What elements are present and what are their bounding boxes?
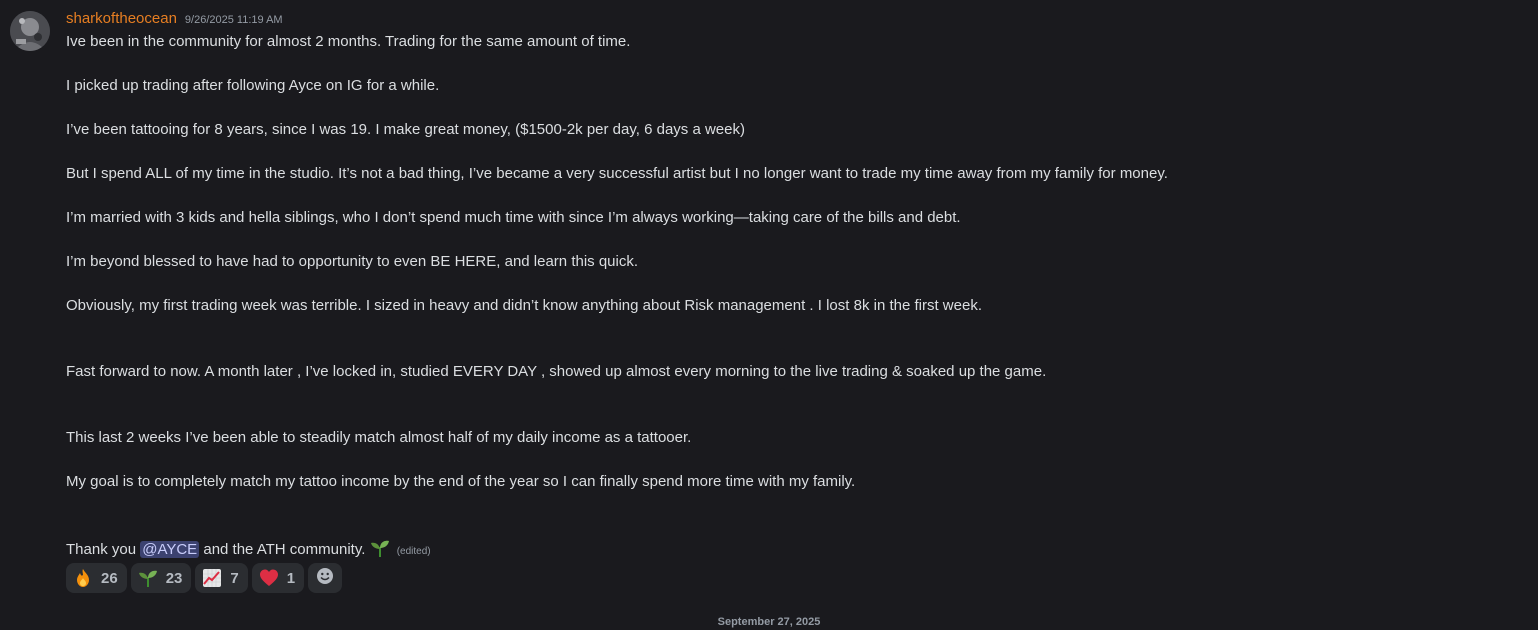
message-line: Fast forward to now. A month later , I’v… bbox=[66, 363, 1047, 380]
message-line: This last 2 weeks I’ve been able to stea… bbox=[66, 429, 692, 446]
reaction-chart[interactable]: 7 bbox=[195, 563, 248, 593]
user-mention[interactable]: @AYCE bbox=[140, 541, 200, 558]
add-reaction-button[interactable] bbox=[308, 563, 343, 593]
reaction-count: 26 bbox=[101, 569, 118, 587]
seedling-icon bbox=[137, 567, 159, 589]
message-line: My goal is to completely match my tattoo… bbox=[66, 473, 856, 490]
avatar-image bbox=[10, 11, 50, 51]
reactions-bar: 26 23 7 1 bbox=[66, 563, 343, 593]
message-line: Obviously, my first trading week was ter… bbox=[66, 297, 982, 314]
reaction-count: 7 bbox=[230, 569, 239, 587]
thanks-text: Thank you bbox=[66, 541, 141, 558]
edited-label: (edited) bbox=[396, 546, 431, 557]
message-line: I’m married with 3 kids and hella siblin… bbox=[66, 209, 961, 226]
reaction-seedling[interactable]: 23 bbox=[130, 563, 192, 593]
username[interactable]: sharkoftheocean bbox=[66, 10, 177, 27]
seedling-icon bbox=[370, 538, 390, 558]
reaction-count: 1 bbox=[286, 569, 296, 587]
red-heart-icon bbox=[258, 567, 280, 589]
community-text: and the ATH community. bbox=[199, 541, 366, 558]
user-avatar[interactable] bbox=[10, 11, 50, 51]
message-line: But I spend ALL of my time in the studio… bbox=[66, 165, 1168, 182]
message-final-line: Thank you @AYCE and the ATH community. (… bbox=[66, 538, 431, 562]
fire-icon bbox=[72, 567, 94, 589]
message-line: I picked up trading after following Ayce… bbox=[66, 77, 440, 94]
message-header: sharkoftheocean 9/26/2025 11:19 AM bbox=[66, 10, 283, 30]
reaction-count: 23 bbox=[165, 569, 183, 587]
reaction-fire[interactable]: 26 bbox=[66, 563, 127, 593]
message-line: I’ve been tattooing for 8 years, since I… bbox=[66, 121, 745, 138]
date-divider: September 27, 2025 bbox=[717, 616, 821, 628]
message-timestamp: 9/26/2025 11:19 AM bbox=[184, 14, 283, 26]
add-reaction-icon bbox=[316, 567, 334, 590]
message-line: Ive been in the community for almost 2 m… bbox=[66, 33, 631, 50]
message-line: I’m beyond blessed to have had to opport… bbox=[66, 253, 639, 270]
reaction-heart[interactable]: 1 bbox=[251, 563, 305, 593]
chart-increasing-icon bbox=[201, 567, 223, 589]
